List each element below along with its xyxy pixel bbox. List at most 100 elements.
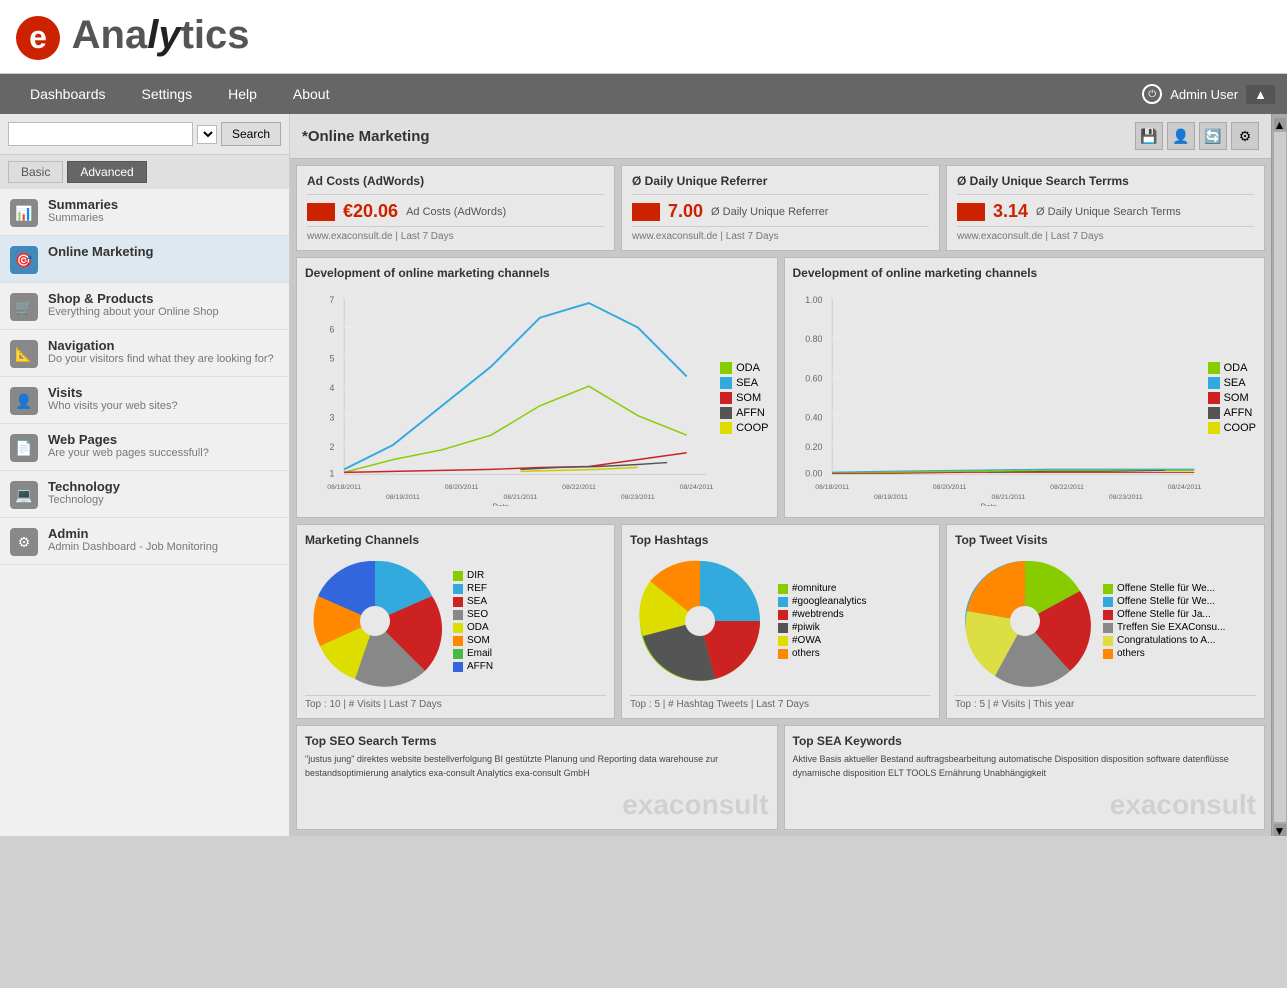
tw-1-dot <box>1103 584 1113 594</box>
legend-coop-label: COOP <box>736 422 768 434</box>
ht-ga: #googleanalytics <box>778 596 867 607</box>
svg-text:0.40: 0.40 <box>805 412 822 422</box>
mc-seo: SEO <box>453 609 493 620</box>
mc-dir-label: DIR <box>467 570 484 581</box>
shop-products-sub: Everything about your Online Shop <box>48 306 219 318</box>
ht-omniture: #omniture <box>778 583 867 594</box>
nav-help[interactable]: Help <box>210 74 275 114</box>
save-icon-btn[interactable]: 💾 <box>1135 122 1163 150</box>
visits-sub: Who visits your web sites? <box>48 400 178 412</box>
technology-icon: 💻 <box>10 481 38 509</box>
legend-affn-label: AFFN <box>736 407 765 419</box>
visits-icon: 👤 <box>10 387 38 415</box>
legend-sea-label: SEA <box>736 377 758 389</box>
chart-left-title: Development of online marketing channels <box>305 266 769 280</box>
nav-up-arrow[interactable]: ▲ <box>1246 85 1275 104</box>
sidebar-item-summaries[interactable]: 📊 Summaries Summaries <box>0 189 289 236</box>
scroll-down-btn[interactable]: ▼ <box>1274 824 1286 836</box>
stat-search-label: Ø Daily Unique Search Terms <box>1036 206 1181 218</box>
admin-title: Admin <box>48 526 218 541</box>
admin-icon: ⚙ <box>10 528 38 556</box>
search-dropdown[interactable]: ▼ <box>197 125 217 144</box>
stat-referrer-value: 7.00 <box>668 201 703 222</box>
tw-2-label: Offene Stelle für We... <box>1117 596 1215 607</box>
ht-owa: #OWA <box>778 635 867 646</box>
chart-left-legend: ODA SEA SOM AFFN <box>720 286 768 509</box>
content-area: *Online Marketing 💾 👤 🔄 ⚙ Ad Costs (AdWo… <box>290 114 1271 836</box>
sidebar-item-admin[interactable]: ⚙ Admin Admin Dashboard - Job Monitoring <box>0 518 289 565</box>
navigation-sub: Do your visitors find what they are look… <box>48 353 274 365</box>
search-button[interactable]: Search <box>221 122 281 146</box>
r-legend-som-label: SOM <box>1224 392 1249 404</box>
sidebar-item-online-marketing[interactable]: 🎯 Online Marketing <box>0 236 289 283</box>
bottom-row: Top SEO Search Terms "justus jung" direk… <box>290 725 1271 836</box>
r-legend-som-dot <box>1208 392 1220 404</box>
ht-omniture-dot <box>778 584 788 594</box>
summaries-sub: Summaries <box>48 212 118 224</box>
tw-1-label: Offene Stelle für We... <box>1117 583 1215 594</box>
legend-oda-dot <box>720 362 732 374</box>
tab-basic[interactable]: Basic <box>8 161 63 183</box>
mc-som-label: SOM <box>467 635 490 646</box>
sidebar-item-visits[interactable]: 👤 Visits Who visits your web sites? <box>0 377 289 424</box>
tw-5: Congratulations to A... <box>1103 635 1225 646</box>
pie-tweets-svg <box>955 551 1095 691</box>
mc-sea: SEA <box>453 596 493 607</box>
pie-tweets: Top Tweet Visits Offene Stelle für We...… <box>946 524 1265 719</box>
sidebar-item-navigation[interactable]: 📐 Navigation Do your visitors find what … <box>0 330 289 377</box>
svg-text:0.60: 0.60 <box>805 373 822 383</box>
pie-row: Marketing Channels <box>290 524 1271 725</box>
svg-text:08/18/2011: 08/18/2011 <box>327 484 361 491</box>
mc-oda: ODA <box>453 622 493 633</box>
nav-about[interactable]: About <box>275 74 348 114</box>
shop-products-title: Shop & Products <box>48 291 219 306</box>
r-legend-coop-label: COOP <box>1224 422 1256 434</box>
mc-ref-label: REF <box>467 583 487 594</box>
tab-advanced[interactable]: Advanced <box>67 161 146 183</box>
bottom-sea-title: Top SEA Keywords <box>793 734 1257 748</box>
tw-3-dot <box>1103 610 1113 620</box>
ht-wt-dot <box>778 610 788 620</box>
scroll-up-btn[interactable]: ▲ <box>1274 118 1286 130</box>
nav-dashboards[interactable]: Dashboards <box>12 74 124 114</box>
chart-right-title: Development of online marketing channels <box>793 266 1257 280</box>
bottom-seo-watermark: exaconsult <box>305 789 769 821</box>
stat-card-referrer: Ø Daily Unique Referrer 7.00 Ø Daily Uni… <box>621 165 940 251</box>
mc-seo-label: SEO <box>467 609 488 620</box>
web-pages-sub: Are your web pages successfull? <box>48 447 209 459</box>
stats-row: Ad Costs (AdWords) €20.06 Ad Costs (AdWo… <box>290 159 1271 257</box>
ht-omniture-label: #omniture <box>792 583 836 594</box>
svg-text:08/19/2011: 08/19/2011 <box>386 494 420 501</box>
svg-text:08/23/2011: 08/23/2011 <box>621 494 655 501</box>
refresh-icon-btn[interactable]: 🔄 <box>1199 122 1227 150</box>
r-legend-sea-label: SEA <box>1224 377 1246 389</box>
r-legend-affn: AFFN <box>1208 407 1256 419</box>
ht-ga-dot <box>778 597 788 607</box>
r-legend-sea: SEA <box>1208 377 1256 389</box>
nav-settings[interactable]: Settings <box>124 74 211 114</box>
svg-text:08/24/2011: 08/24/2011 <box>1167 484 1201 491</box>
power-icon[interactable]: ⏻ <box>1142 84 1162 104</box>
page-title: *Online Marketing <box>302 128 430 145</box>
r-legend-sea-dot <box>1208 377 1220 389</box>
sidebar-item-web-pages[interactable]: 📄 Web Pages Are your web pages successfu… <box>0 424 289 471</box>
tw-1: Offene Stelle für We... <box>1103 583 1225 594</box>
scroll-indicator[interactable]: ▲ ▼ <box>1271 114 1287 836</box>
mc-affn-dot <box>453 662 463 672</box>
sidebar-item-technology[interactable]: 💻 Technology Technology <box>0 471 289 518</box>
sidebar-item-shop-products[interactable]: 🛒 Shop & Products Everything about your … <box>0 283 289 330</box>
settings-icon-btn[interactable]: ⚙ <box>1231 122 1259 150</box>
technology-sub: Technology <box>48 494 120 506</box>
tw-others: others <box>1103 648 1225 659</box>
logo-analytics: Analytics <box>72 13 250 57</box>
bottom-sea-watermark: exaconsult <box>793 789 1257 821</box>
pie-marketing-title: Marketing Channels <box>305 533 606 547</box>
mc-sea-dot <box>453 597 463 607</box>
user-icon-btn[interactable]: 👤 <box>1167 122 1195 150</box>
logo: e Analytics <box>16 13 250 60</box>
search-input[interactable] <box>8 122 193 146</box>
stat-card-search: Ø Daily Unique Search Terrms 3.14 Ø Dail… <box>946 165 1265 251</box>
user-label: Admin User <box>1170 87 1238 102</box>
tw-3-label: Offene Stelle für Ja... <box>1117 609 1211 620</box>
mc-dir: DIR <box>453 570 493 581</box>
